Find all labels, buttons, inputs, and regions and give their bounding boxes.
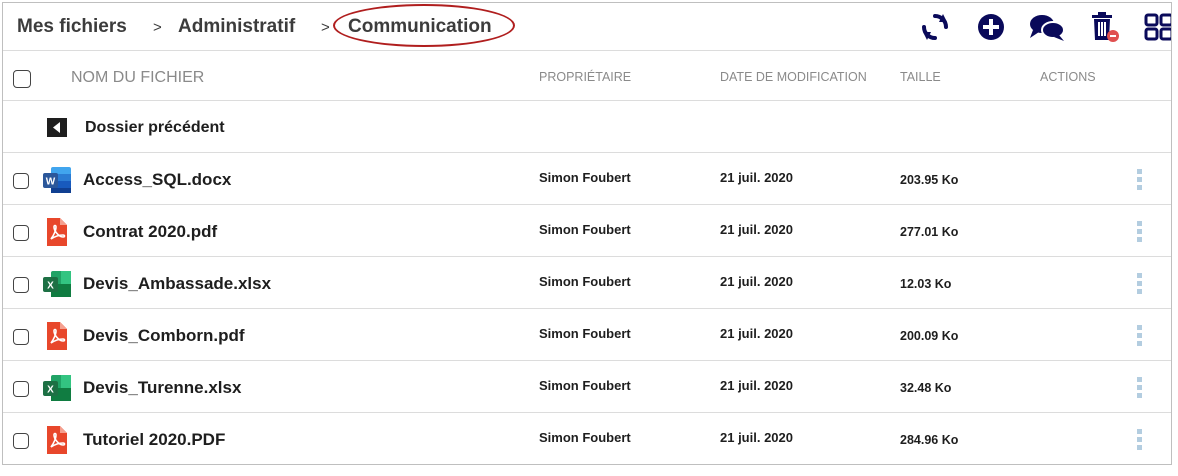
file-date: 21 juil. 2020 [720, 326, 793, 341]
file-name[interactable]: Devis_Turenne.xlsx [83, 378, 241, 398]
row-checkbox[interactable] [13, 173, 29, 189]
column-header-date[interactable]: DATE DE MODIFICATION [720, 70, 867, 84]
file-date: 21 juil. 2020 [720, 222, 793, 237]
pdf-file-icon [47, 322, 67, 350]
file-owner: Simon Foubert [539, 378, 631, 393]
table-header: NOM DU FICHIER PROPRIÉTAIRE DATE DE MODI… [3, 51, 1171, 101]
previous-folder-label[interactable]: Dossier précédent [85, 119, 225, 137]
previous-folder-row[interactable]: Dossier précédent [3, 101, 1171, 153]
svg-text:W: W [46, 177, 56, 188]
file-size: 32.48 Ko [900, 381, 952, 395]
row-actions-menu-icon[interactable] [1133, 375, 1147, 401]
file-name[interactable]: Tutoriel 2020.PDF [83, 430, 225, 450]
row-actions-menu-icon[interactable] [1133, 427, 1147, 453]
breadcrumb-separator: > [153, 19, 162, 36]
file-name[interactable]: Access_SQL.docx [83, 170, 231, 190]
file-size: 200.09 Ko [900, 329, 959, 343]
table-row[interactable]: X Devis_Ambassade.xlsx Simon Foubert 21 … [3, 257, 1171, 309]
pdf-file-icon [47, 426, 67, 454]
row-actions-menu-icon[interactable] [1133, 219, 1147, 245]
table-row[interactable]: Contrat 2020.pdf Simon Foubert 21 juil. … [3, 205, 1171, 257]
row-actions-menu-icon[interactable] [1133, 271, 1147, 297]
row-checkbox[interactable] [13, 433, 29, 449]
refresh-icon[interactable] [919, 11, 951, 43]
column-header-actions: ACTIONS [1040, 70, 1096, 84]
file-size: 12.03 Ko [900, 277, 952, 291]
column-header-owner[interactable]: PROPRIÉTAIRE [539, 70, 631, 84]
svg-text:X: X [47, 385, 54, 396]
row-checkbox[interactable] [13, 277, 29, 293]
top-bar: Mes fichiers > Administratif > Communica… [3, 3, 1172, 51]
column-header-size[interactable]: TAILLE [900, 70, 941, 84]
file-owner: Simon Foubert [539, 222, 631, 237]
table-row[interactable]: Devis_Comborn.pdf Simon Foubert 21 juil.… [3, 309, 1171, 361]
chat-bubbles-icon[interactable] [1028, 11, 1066, 43]
file-date: 21 juil. 2020 [720, 378, 793, 393]
word-file-icon: W [43, 167, 71, 193]
svg-text:X: X [47, 281, 54, 292]
select-all-checkbox[interactable] [13, 70, 31, 88]
trash-icon[interactable] [1088, 11, 1120, 43]
breadcrumb-item-administratif[interactable]: Administratif [178, 16, 295, 38]
column-header-name[interactable]: NOM DU FICHIER [71, 69, 204, 87]
file-date: 21 juil. 2020 [720, 170, 793, 185]
file-date: 21 juil. 2020 [720, 430, 793, 445]
row-checkbox[interactable] [13, 381, 29, 397]
breadcrumb-item-mes-fichiers[interactable]: Mes fichiers [17, 16, 127, 38]
file-name[interactable]: Devis_Comborn.pdf [83, 326, 245, 346]
excel-file-icon: X [43, 375, 71, 401]
table-row[interactable]: X Devis_Turenne.xlsx Simon Foubert 21 ju… [3, 361, 1171, 413]
file-size: 284.96 Ko [900, 433, 959, 447]
file-owner: Simon Foubert [539, 170, 631, 185]
file-size: 277.01 Ko [900, 225, 959, 239]
row-checkbox[interactable] [13, 329, 29, 345]
highlight-ellipse [333, 4, 515, 47]
breadcrumb-separator: > [321, 19, 330, 36]
file-browser: Mes fichiers > Administratif > Communica… [2, 2, 1172, 465]
excel-file-icon: X [43, 271, 71, 297]
pdf-file-icon [47, 218, 67, 246]
file-owner: Simon Foubert [539, 326, 631, 341]
row-actions-menu-icon[interactable] [1133, 323, 1147, 349]
file-date: 21 juil. 2020 [720, 274, 793, 289]
file-name[interactable]: Devis_Ambassade.xlsx [83, 274, 271, 294]
file-owner: Simon Foubert [539, 430, 631, 445]
table-row[interactable]: W Access_SQL.docx Simon Foubert 21 juil.… [3, 153, 1171, 205]
table-row[interactable]: Tutoriel 2020.PDF Simon Foubert 21 juil.… [3, 413, 1171, 464]
file-name[interactable]: Contrat 2020.pdf [83, 222, 217, 242]
back-arrow-icon[interactable] [47, 118, 67, 137]
row-actions-menu-icon[interactable] [1133, 167, 1147, 193]
grid-view-icon[interactable] [1143, 11, 1172, 43]
file-size: 203.95 Ko [900, 173, 959, 187]
add-circle-icon[interactable] [975, 11, 1007, 43]
row-checkbox[interactable] [13, 225, 29, 241]
file-owner: Simon Foubert [539, 274, 631, 289]
